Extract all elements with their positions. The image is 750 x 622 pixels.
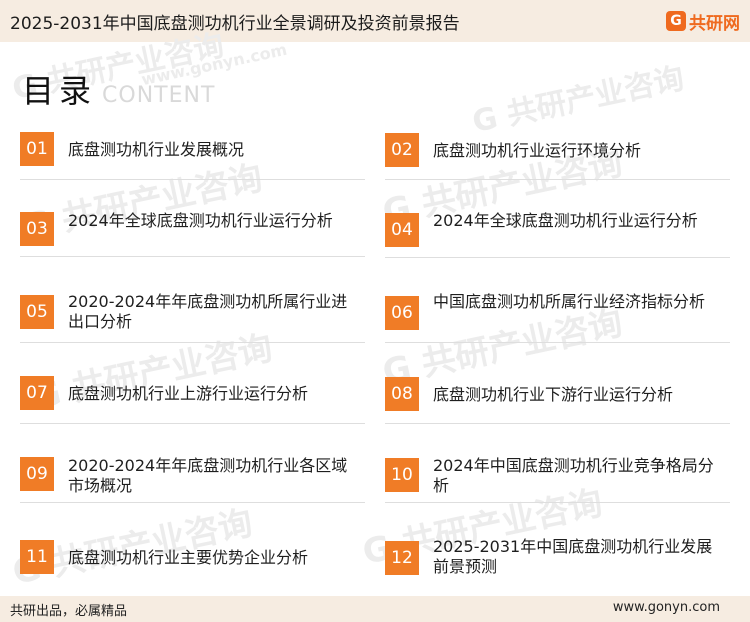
toc-label: 2020-2024年年底盘测功机所属行业进出口分析: [68, 292, 348, 331]
toc-number: 04: [385, 213, 419, 247]
toc-subtitle: CONTENT: [102, 83, 216, 108]
toc-number: 06: [385, 296, 419, 330]
divider: [385, 423, 730, 424]
toc-label: 2024年中国底盘测功机行业竞争格局分析: [433, 456, 714, 495]
divider: [385, 179, 730, 180]
toc-item-02[interactable]: 02 底盘测功机行业运行环境分析: [385, 133, 730, 193]
toc-item-10[interactable]: 10 2024年中国底盘测功机行业竞争格局分析: [385, 456, 730, 518]
toc-label: 底盘测功机行业发展概况: [68, 140, 245, 159]
toc-item-03[interactable]: 03 2024年全球底盘测功机行业运行分析: [20, 211, 365, 272]
brand-logo-text: 共研网: [689, 13, 740, 34]
toc-item-05[interactable]: 05 2020-2024年年底盘测功机所属行业进出口分析: [20, 292, 365, 355]
toc-number: 10: [385, 458, 419, 492]
toc-number: 03: [20, 212, 54, 246]
toc-item-04[interactable]: 04 2024年全球底盘测功机行业运行分析: [385, 211, 730, 273]
toc-number: 02: [385, 133, 419, 167]
toc-label: 底盘测功机行业上游行业运行分析: [68, 384, 309, 403]
watermark: G 共研产业咨询: [469, 60, 688, 140]
toc-item-09[interactable]: 09 2020-2024年年底盘测功机行业各区域市场概况: [20, 456, 365, 517]
divider: [20, 179, 365, 180]
toc-item-11[interactable]: 11 底盘测功机行业主要优势企业分析: [20, 540, 365, 600]
toc-title: 目录: [22, 72, 97, 110]
toc-item-12[interactable]: 12 2025-2031年中国底盘测功机行业发展前景预测: [385, 537, 730, 601]
divider: [385, 502, 730, 503]
toc-item-01[interactable]: 01 底盘测功机行业发展概况: [20, 132, 365, 192]
toc-number: 09: [20, 457, 54, 491]
brand-logo-icon: G: [666, 11, 686, 31]
toc-number: 05: [20, 295, 54, 329]
toc-label: 2024年全球底盘测功机行业运行分析: [68, 211, 333, 230]
divider: [20, 256, 365, 257]
divider: [20, 502, 365, 503]
footer-slogan: 共研出品，必属精品: [10, 604, 128, 619]
toc-label: 底盘测功机行业运行环境分析: [433, 141, 642, 160]
divider: [20, 423, 365, 424]
toc-item-08[interactable]: 08 底盘测功机行业下游行业运行分析: [385, 377, 730, 437]
divider: [385, 257, 730, 258]
toc-number: 12: [385, 541, 419, 575]
toc-label: 2020-2024年年底盘测功机行业各区域市场概况: [68, 456, 348, 495]
footer-bar: 共研出品，必属精品 www.gonyn.com: [0, 596, 750, 622]
toc-label: 底盘测功机行业下游行业运行分析: [433, 385, 674, 404]
toc-label: 底盘测功机行业主要优势企业分析: [68, 548, 309, 567]
divider: [385, 342, 730, 343]
footer-website-link[interactable]: www.gonyn.com: [613, 600, 720, 615]
toc-label: 2025-2031年中国底盘测功机行业发展前景预测: [433, 537, 713, 576]
toc-label: 中国底盘测功机所属行业经济指标分析: [433, 292, 706, 311]
divider: [20, 342, 365, 343]
toc-number: 11: [20, 540, 54, 574]
toc-label: 2024年全球底盘测功机行业运行分析: [433, 211, 698, 230]
report-title: 2025-2031年中国底盘测功机行业全景调研及投资前景报告: [10, 14, 460, 34]
toc-item-07[interactable]: 07 底盘测功机行业上游行业运行分析: [20, 376, 365, 436]
toc-heading: 目录 CONTENT: [22, 66, 215, 112]
toc-number: 08: [385, 377, 419, 411]
toc-number: 07: [20, 376, 54, 410]
header-bar: 2025-2031年中国底盘测功机行业全景调研及投资前景报告 G 共研网: [0, 0, 750, 42]
brand-logo: G 共研网: [666, 8, 740, 34]
toc-number: 01: [20, 132, 54, 166]
toc-item-06[interactable]: 06 中国底盘测功机所属行业经济指标分析: [385, 292, 730, 356]
